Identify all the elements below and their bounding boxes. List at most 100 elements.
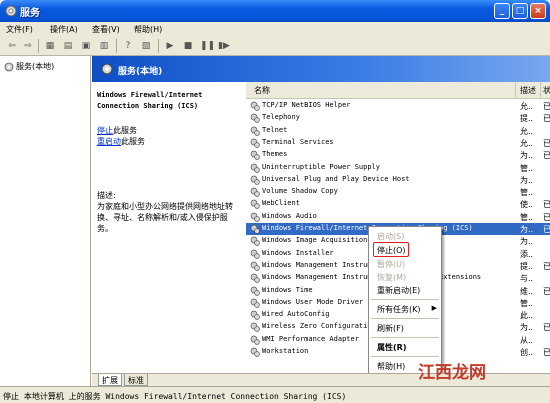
tab-extended[interactable]: 扩展 [98,374,122,386]
service-name-cell: Wireless Zero Configuration [262,322,376,331]
service-name: Windows Firewall/Internet Connection Sha… [97,91,203,110]
table-row[interactable]: Uninterruptible Power Supply 管.. [246,162,550,174]
column-header-description[interactable]: 描述 [517,82,541,99]
menu-separator [371,337,439,338]
menu-item-properties[interactable]: 属性(R) [377,342,406,353]
service-gear-icon [250,273,260,283]
properties-icon[interactable]: ▤ [62,40,74,52]
help-icon[interactable]: ? [122,40,134,52]
service-name-cell: Workstation [262,347,309,355]
service-description-cell: 创.. [520,348,534,357]
service-description-cell: 管.. [520,212,534,222]
restart-service-link[interactable]: 重启动此服务 [97,136,145,147]
refresh-icon[interactable]: ▣ [80,40,92,52]
list-header: 名称 描述 状 [246,82,550,99]
menu-item-start[interactable]: 启动(S) [377,231,404,242]
pause-icon[interactable]: ❚❚ [200,40,215,52]
service-status-cell: 已 [543,225,550,234]
toolbar-separator [38,39,39,53]
service-status-cell: 已 [543,200,550,210]
tree-item-services-local[interactable]: 服务(本地) [4,61,54,72]
service-gear-icon [250,323,260,333]
service-gear-icon [250,335,260,345]
service-name-cell: Telephony [262,113,300,122]
mmc-view-icon[interactable]: ▧ [140,40,152,52]
table-row[interactable]: Volume Shadow Copy 管.. [246,186,550,198]
service-description-cell: 为.. [520,323,534,333]
menu-action[interactable]: 操作(A) [50,24,78,35]
service-gear-icon [250,126,260,136]
service-description-cell: 允.. [520,126,534,136]
context-menu: 启动(S) 停止(O) 暂停(U) 恢复(M) 重新启动(E) 所有任务(K) … [368,226,442,374]
menu-item-resume[interactable]: 恢复(M) [377,272,406,283]
service-gear-icon [250,236,260,247]
title-bar: 服务 _ □ × [0,0,550,22]
service-gear-icon [250,200,260,210]
service-description-cell: 提.. [520,261,534,271]
table-row[interactable]: Windows Audio 管.. 已 [246,211,550,223]
services-pane: 服务(本地) Windows Firewall/Internet Connect… [92,56,550,386]
menu-file[interactable]: 文件(F) [6,24,33,35]
service-status-cell: 已 [543,138,550,148]
menu-help[interactable]: 帮助(H) [134,24,162,35]
stop-service-link[interactable]: 停止此服务 [97,125,137,136]
play-icon[interactable]: ▶ [164,40,176,52]
submenu-arrow-icon: ▶ [431,304,437,312]
menu-item-pause[interactable]: 暂停(U) [377,259,405,270]
status-text: 停止 本地计算机 上的服务 Windows Firewall/Internet … [3,392,347,401]
service-name-cell: Volume Shadow Copy [262,187,338,196]
service-name-cell: Universal Plug and Play Device Host [262,174,410,183]
stop-icon[interactable]: ■ [182,40,194,52]
service-status-cell: 已 [543,261,550,271]
maximize-button[interactable]: □ [512,3,528,19]
service-status-cell: 已 [543,323,550,333]
service-gear-icon [250,261,260,271]
menu-item-help[interactable]: 帮助(H) [377,361,405,372]
service-gear-icon [250,175,260,185]
service-name-cell: WMI Performance Adapter [262,334,359,343]
description-label: 描述: [97,191,116,200]
menu-item-stop[interactable]: 停止(O) [377,245,406,256]
service-name-cell: WebClient [262,199,300,208]
restart-icon[interactable]: ▮▶ [218,40,230,52]
service-gear-icon [250,113,260,124]
minimize-button[interactable]: _ [494,3,510,19]
service-name-cell: Windows Audio [262,211,317,220]
menu-item-all-tasks[interactable]: 所有任务(K) [377,304,421,315]
service-gear-icon [250,187,260,197]
service-detail-panel: Windows Firewall/Internet Connection Sha… [92,82,246,369]
console-tree-icon[interactable]: ▦ [44,40,56,52]
service-description-cell: 从.. [520,335,534,345]
back-arrow-icon[interactable]: ⇦ [6,40,18,52]
service-name-cell: Windows Time [262,285,313,294]
service-status-cell: 已 [543,212,550,222]
service-name-cell: Windows Installer [262,248,334,257]
service-gear-icon [250,138,260,148]
description-text: 为家庭和小型办公网络提供网络地址转换、寻址、名称解析和/或入侵保护服务。 [97,202,233,233]
forward-arrow-icon[interactable]: ⇨ [22,40,34,52]
table-row[interactable]: WebClient 使.. 已 [246,198,550,210]
table-row[interactable]: Terminal Services 允.. 已 [246,137,550,149]
service-description-cell: 为.. [520,237,534,247]
menu-view[interactable]: 查看(V) [92,24,120,35]
service-description-cell: 与.. [520,274,534,284]
column-header-name[interactable]: 名称 [248,82,516,99]
export-icon[interactable]: ▥ [98,40,110,52]
column-header-status[interactable]: 状 [542,82,550,99]
tab-standard[interactable]: 标准 [124,374,148,386]
menu-item-refresh[interactable]: 刷新(F) [377,323,404,334]
service-gear-icon [250,212,260,222]
close-button[interactable]: × [530,3,546,19]
table-row[interactable]: TCP/IP NetBIOS Helper 允.. 已 [246,100,550,112]
service-gear-icon [250,224,260,234]
service-name-cell: TCP/IP NetBIOS Helper [262,101,351,109]
service-status-cell: 已 [543,102,550,111]
table-row[interactable]: Universal Plug and Play Device Host 为.. [246,174,550,186]
table-row[interactable]: Telnet 允.. [246,125,550,137]
menu-bar: 文件(F) 操作(A) 查看(V) 帮助(H) [0,22,550,36]
table-row[interactable]: Themes 为.. 已 [246,149,550,161]
table-row[interactable]: Telephony 提.. 已 [246,112,550,124]
menu-separator [371,356,439,357]
service-description-cell: 使.. [520,200,534,210]
menu-item-restart[interactable]: 重新启动(E) [377,285,420,296]
